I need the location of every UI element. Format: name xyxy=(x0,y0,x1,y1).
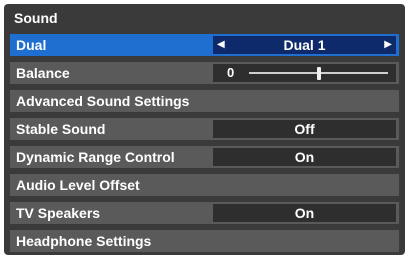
stable-sound-value[interactable]: Off xyxy=(213,120,396,138)
menu-item-label: Advanced Sound Settings xyxy=(16,93,190,109)
menu-item-advanced-sound-settings[interactable]: Advanced Sound Settings xyxy=(10,90,399,112)
menu-item-label: Dual xyxy=(16,37,47,53)
menu-item-balance[interactable]: Balance 0 xyxy=(10,62,399,84)
menu-title: Sound xyxy=(14,10,58,26)
menu-item-dynamic-range-control[interactable]: Dynamic Range Control On xyxy=(10,146,399,168)
menu-item-label: Balance xyxy=(16,65,70,81)
dual-value-selector[interactable]: ◀ Dual 1 ▶ xyxy=(213,36,396,54)
sound-menu-panel: Sound Dual ◀ Dual 1 ▶ Balance 0 Advanced… xyxy=(4,4,405,255)
arrow-right-icon[interactable]: ▶ xyxy=(384,36,392,54)
menu-item-label: Audio Level Offset xyxy=(16,177,140,193)
balance-slider[interactable]: 0 xyxy=(213,64,396,82)
menu-item-label: Dynamic Range Control xyxy=(16,149,175,165)
dynamic-range-control-value[interactable]: On xyxy=(213,148,396,166)
menu-item-headphone-settings[interactable]: Headphone Settings xyxy=(10,230,399,252)
balance-value: 0 xyxy=(227,65,235,80)
arrow-left-icon[interactable]: ◀ xyxy=(217,36,225,54)
menu-item-tv-speakers[interactable]: TV Speakers On xyxy=(10,202,399,224)
menu-item-dual[interactable]: Dual ◀ Dual 1 ▶ xyxy=(10,34,399,56)
dual-value: Dual 1 xyxy=(283,37,326,53)
menu-item-stable-sound[interactable]: Stable Sound Off xyxy=(10,118,399,140)
menu-item-label: Headphone Settings xyxy=(16,233,152,249)
menu-item-audio-level-offset[interactable]: Audio Level Offset xyxy=(10,174,399,196)
slider-thumb[interactable] xyxy=(316,67,321,80)
tv-speakers-value[interactable]: On xyxy=(213,204,396,222)
menu-item-label: TV Speakers xyxy=(16,205,101,221)
menu-item-label: Stable Sound xyxy=(16,121,106,137)
